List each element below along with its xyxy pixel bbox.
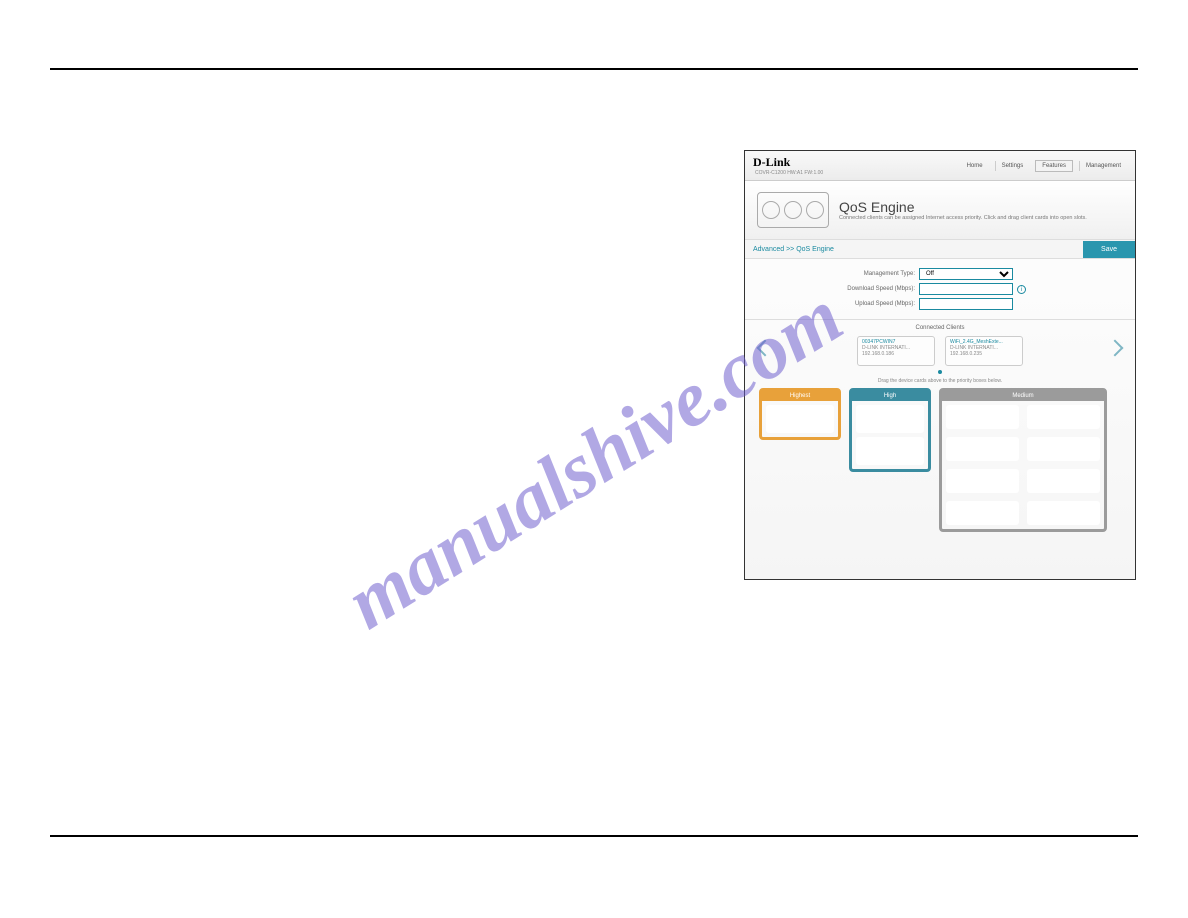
top-nav: Home Settings Features Management — [961, 160, 1127, 172]
priority-slot[interactable] — [766, 405, 834, 433]
traffic-light-icon — [757, 192, 829, 228]
priority-slot[interactable] — [856, 437, 924, 465]
label-upload-speed: Upload Speed (Mbps): — [745, 301, 915, 307]
nav-features[interactable]: Features — [1035, 160, 1073, 172]
nav-settings[interactable]: Settings — [995, 161, 1030, 171]
router-ui-screenshot: D-Link COVR-C1200 HW:A1 FW:1.00 Home Set… — [744, 150, 1136, 580]
page-title: QoS Engine — [839, 199, 1087, 215]
banner-text: QoS Engine Connected clients can be assi… — [839, 199, 1087, 221]
brand-text: D-Link — [753, 155, 790, 169]
info-icon[interactable]: i — [1017, 285, 1026, 294]
priority-slot[interactable] — [946, 469, 1019, 493]
priority-slot[interactable] — [1027, 469, 1100, 493]
priority-slot[interactable] — [946, 501, 1019, 525]
model-text: COVR-C1200 HW:A1 FW:1.00 — [755, 170, 823, 176]
chevron-right-icon[interactable] — [1107, 340, 1124, 357]
pager-dot — [938, 370, 942, 374]
priority-grid — [942, 401, 1104, 529]
drag-hint: Drag the device cards above to the prior… — [745, 378, 1135, 384]
priority-medium: Medium — [939, 388, 1107, 532]
priority-slot[interactable] — [1027, 405, 1100, 429]
priority-slot[interactable] — [856, 405, 924, 433]
chevron-left-icon[interactable] — [757, 340, 774, 357]
priority-slot[interactable] — [946, 437, 1019, 461]
page-rule-top — [50, 68, 1138, 70]
client-card[interactable]: WiFi_2.4G_MeshExte... D-LINK INTERNATI..… — [945, 336, 1023, 366]
priority-high: High — [849, 388, 931, 472]
breadcrumb: Advanced >> QoS Engine — [753, 246, 834, 253]
header-bar: D-Link COVR-C1200 HW:A1 FW:1.00 Home Set… — [745, 151, 1135, 181]
breadcrumb-row: Advanced >> QoS Engine Save — [745, 239, 1135, 259]
priority-slot[interactable] — [1027, 437, 1100, 461]
save-button[interactable]: Save — [1083, 241, 1135, 258]
page-rule-bottom — [50, 835, 1138, 837]
priority-slot[interactable] — [1027, 501, 1100, 525]
nav-management[interactable]: Management — [1079, 161, 1127, 171]
priority-highest: Highest — [759, 388, 841, 440]
client-ip: 192.168.0.186 — [862, 351, 930, 357]
priority-slot[interactable] — [946, 405, 1019, 429]
brand-logo: D-Link — [753, 155, 823, 170]
row-download-speed: Download Speed (Mbps): i — [745, 283, 1135, 295]
row-upload-speed: Upload Speed (Mbps): — [745, 298, 1135, 310]
priority-header: High — [852, 391, 928, 401]
client-ip: 192.168.0.235 — [950, 351, 1018, 357]
nav-home[interactable]: Home — [961, 161, 989, 171]
connected-clients-title: Connected Clients — [745, 320, 1135, 336]
input-upload-speed[interactable] — [919, 298, 1013, 310]
label-download-speed: Download Speed (Mbps): — [745, 286, 915, 292]
settings-form: Management Type: Off Download Speed (Mbp… — [745, 259, 1135, 320]
priority-header: Medium — [942, 391, 1104, 401]
connected-clients-row: 00347PCWIN7 D-LINK INTERNATI... 192.168.… — [745, 336, 1135, 366]
priority-boxes: Highest High Medium — [745, 388, 1135, 542]
row-management-type: Management Type: Off — [745, 268, 1135, 280]
client-card[interactable]: 00347PCWIN7 D-LINK INTERNATI... 192.168.… — [857, 336, 935, 366]
priority-header: Highest — [762, 391, 838, 401]
brand-block: D-Link COVR-C1200 HW:A1 FW:1.00 — [753, 155, 823, 176]
label-management-type: Management Type: — [745, 271, 915, 277]
select-management-type[interactable]: Off — [919, 268, 1013, 280]
page-banner: QoS Engine Connected clients can be assi… — [745, 181, 1135, 239]
page-desc: Connected clients can be assigned Intern… — [839, 215, 1087, 221]
input-download-speed[interactable] — [919, 283, 1013, 295]
